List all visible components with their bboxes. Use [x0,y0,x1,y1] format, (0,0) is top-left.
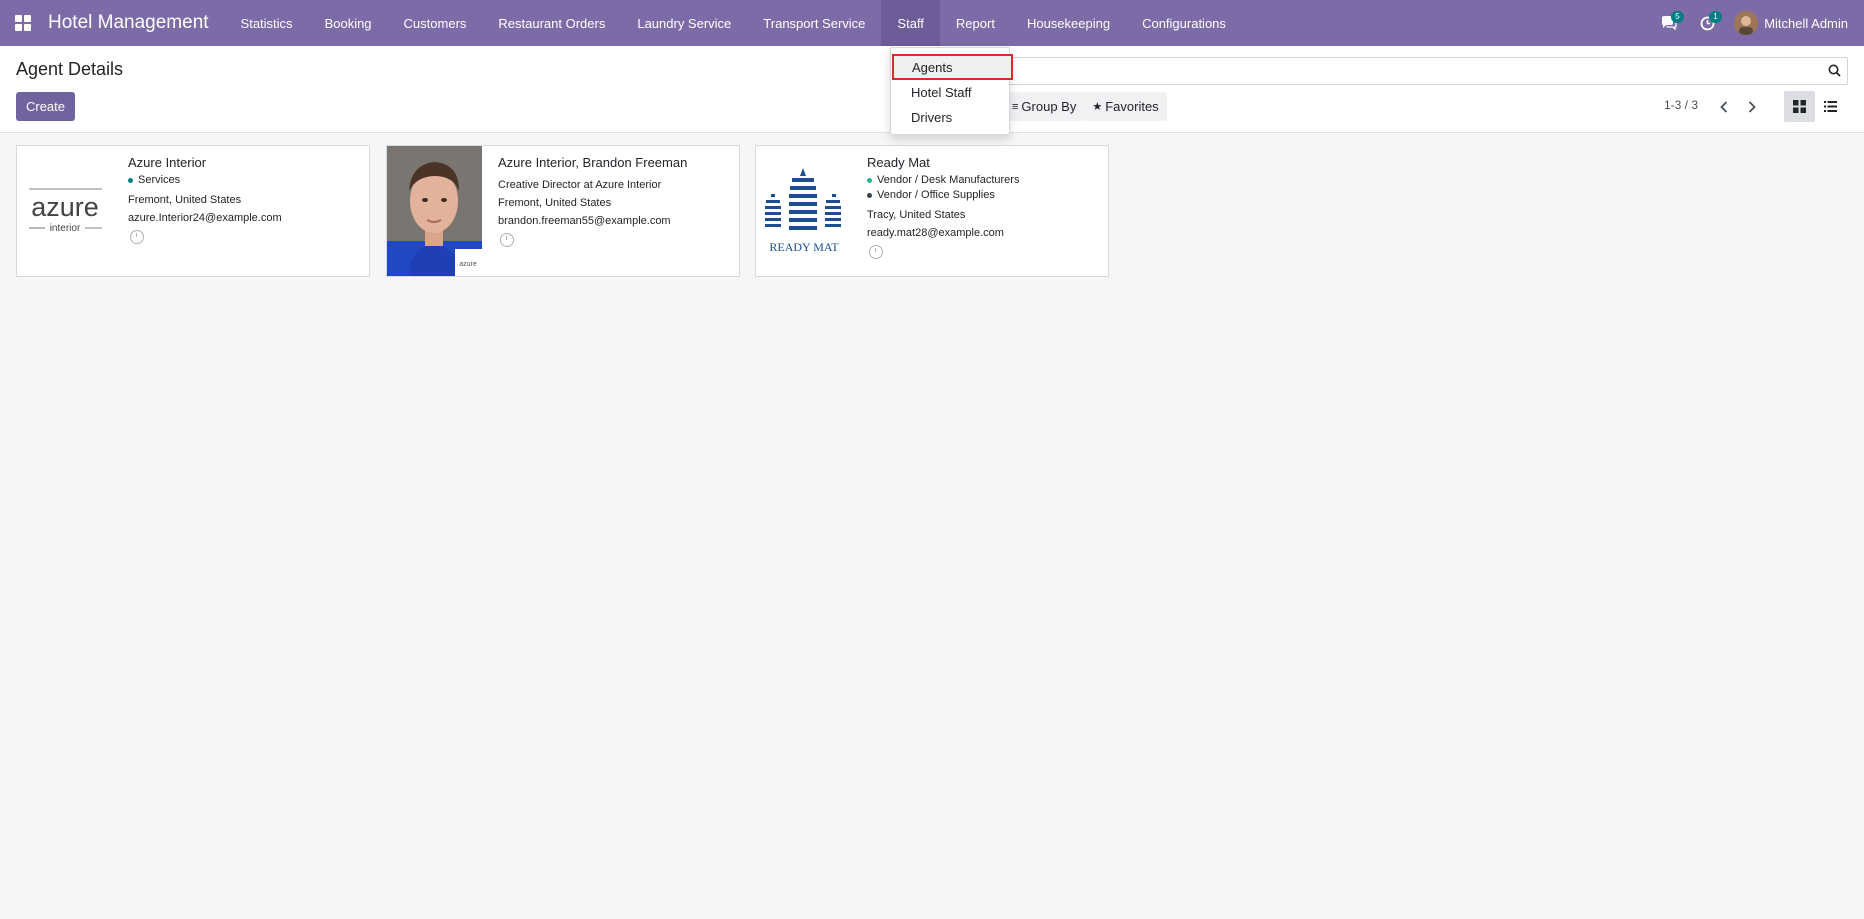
pager-next-icon[interactable] [1738,92,1766,121]
user-name: Mitchell Admin [1764,15,1848,31]
kanban-card-brandon-freeman[interactable]: azure Azure Interior, Brandon Freeman Cr… [386,145,740,277]
kanban-view: azure interior Azure Interior Services F… [0,133,1864,919]
top-navbar: Hotel Management Statistics Booking Cust… [0,0,1864,46]
avatar [1734,11,1759,35]
page-title: Agent Details [16,59,124,79]
menu-laundry-service[interactable]: Laundry Service [621,0,747,46]
apps-menu-icon[interactable] [0,0,46,46]
tag-dot [128,177,133,183]
menu-report[interactable]: Report [940,0,1011,46]
list-view-icon[interactable] [1815,91,1846,122]
logo-subtext: interior [50,223,81,234]
card-email: azure.Interior24@example.com [128,212,282,224]
messages-icon[interactable]: 5 [1650,0,1688,46]
favorites-label: Favorites [1105,99,1159,114]
menu-restaurant-orders[interactable]: Restaurant Orders [482,0,621,46]
menu-booking[interactable]: Booking [309,0,388,46]
app-brand[interactable]: Hotel Management [48,12,209,34]
search-options: ≡ Group By ★ Favorites [1004,92,1167,121]
activity-clock-icon[interactable]: 1 [1688,0,1726,46]
messages-badge: 5 [1671,11,1684,23]
search-input[interactable] [1004,57,1848,85]
card-body: Azure Interior, Brandon Freeman Creative… [498,155,731,247]
activity-clock-icon[interactable] [869,245,883,259]
tag-dot [867,192,872,198]
menu-statistics[interactable]: Statistics [225,0,309,46]
activity-clock-icon[interactable] [500,233,514,247]
card-location: Tracy, United States [867,209,966,221]
menu-staff[interactable]: Staff [881,0,940,46]
list-icon: ≡ [1012,100,1019,113]
menu-configurations[interactable]: Configurations [1126,0,1242,46]
tag-label: Vendor / Office Supplies [877,189,995,201]
group-by-button[interactable]: ≡ Group By [1004,92,1085,121]
tag-label: Vendor / Desk Manufacturers [877,174,1020,186]
systray: 5 1 Mitchell Admin [1650,0,1864,46]
dropdown-item-drivers[interactable]: Drivers [891,105,1011,130]
kanban-card-ready-mat[interactable]: READY MAT Ready Mat Vendor / Desk Manufa… [755,145,1109,277]
user-menu[interactable]: Mitchell Admin [1734,11,1848,35]
company-logo: azure interior [17,146,112,276]
main-menu: Statistics Booking Customers Restaurant … [225,0,1242,46]
tag-label: Services [138,174,181,186]
card-title: Azure Interior [128,155,207,170]
card-email: brandon.freeman55@example.com [498,215,671,227]
menu-transport-service[interactable]: Transport Service [747,0,881,46]
category-tag: Vendor / Desk Manufacturers [867,174,1100,186]
kanban-card-azure-interior[interactable]: azure interior Azure Interior Services F… [16,145,370,277]
pager-value[interactable]: 1-3 / 3 [1664,98,1698,112]
company-logo: READY MAT [756,146,851,276]
favorites-button[interactable]: ★ Favorites [1084,92,1167,121]
dropdown-item-hotel-staff[interactable]: Hotel Staff [891,80,1011,105]
staff-dropdown-menu: Agents Hotel Staff Drivers [890,47,1013,135]
card-body: Ready Mat Vendor / Desk Manufacturers Ve… [867,155,1100,259]
menu-customers[interactable]: Customers [388,0,483,46]
menu-housekeeping[interactable]: Housekeeping [1011,0,1126,46]
tag-dot [867,177,872,183]
activities-badge: 1 [1709,11,1722,23]
search-icon[interactable] [1828,64,1841,80]
card-function: Creative Director at Azure Interior [498,179,662,191]
category-tag: Vendor / Office Supplies [867,189,1100,201]
card-location: Fremont, United States [498,197,612,209]
activity-clock-icon[interactable] [130,230,144,244]
photo-logo-text: azure [459,261,477,268]
card-title: Ready Mat [867,155,930,170]
card-body: Azure Interior Services Fremont, United … [128,155,361,244]
star-icon: ★ [1092,101,1103,113]
card-email: ready.mat28@example.com [867,227,1004,239]
category-tag: Services [128,174,361,186]
kanban-view-icon[interactable] [1784,91,1815,122]
logo-text: READY MAT [769,240,839,254]
card-title: Azure Interior, Brandon Freeman [498,155,688,170]
logo-text: azure [31,192,99,222]
card-location: Fremont, United States [128,194,242,206]
pager-previous-icon[interactable] [1710,92,1738,121]
create-button[interactable]: Create [16,92,75,121]
dropdown-item-agents[interactable]: Agents [892,54,1013,80]
group-by-label: Group By [1021,99,1077,114]
contact-photo: azure [387,146,482,276]
